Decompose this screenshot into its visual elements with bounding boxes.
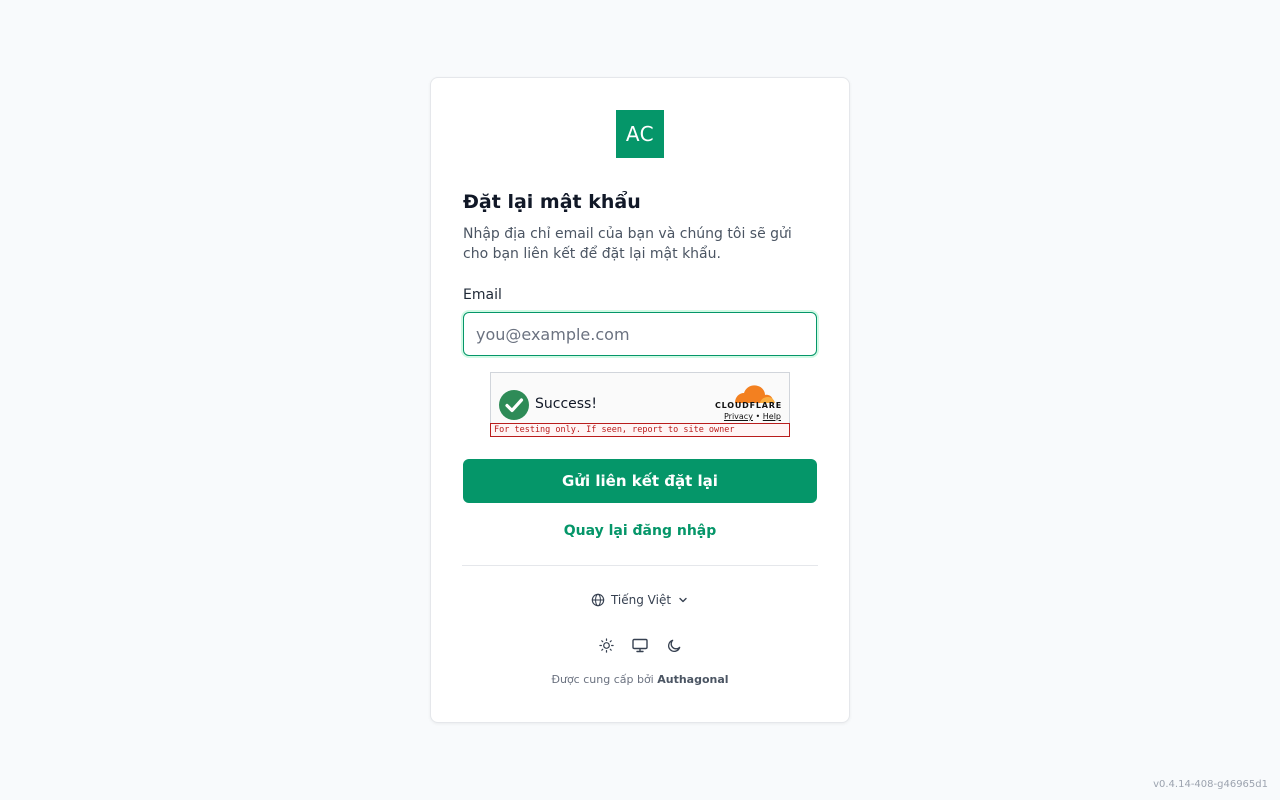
powered-by: Được cung cấp bởi Authagonal [463, 673, 817, 686]
sun-icon [598, 637, 614, 653]
captcha-widget[interactable]: Success! CLOUDFLARE Privacy • Help For t… [490, 372, 790, 437]
chevron-down-icon [679, 597, 687, 603]
app-logo: AC [616, 110, 664, 158]
powered-by-brand: Authagonal [657, 673, 729, 686]
moon-icon [667, 639, 680, 652]
help-link[interactable]: Help [763, 412, 781, 421]
version-label: v0.4.14-408-g46965d1 [1153, 779, 1268, 790]
language-selector[interactable]: Tiếng Việt [463, 591, 817, 609]
link-separator: • [755, 412, 761, 421]
cloudflare-wordmark: CLOUDFLARE [715, 401, 782, 410]
captcha-status: Success! [535, 396, 597, 412]
captcha-test-warning: For testing only. If seen, report to sit… [490, 423, 790, 437]
light-theme-button[interactable] [598, 637, 614, 653]
reset-password-card: AC Đặt lại mật khẩu Nhập địa chỉ email c… [430, 77, 850, 723]
back-to-login-link[interactable]: Quay lại đăng nhập [463, 523, 817, 539]
dark-theme-button[interactable] [666, 637, 682, 653]
privacy-link[interactable]: Privacy [724, 412, 753, 421]
system-theme-button[interactable] [632, 637, 648, 653]
page-title: Đặt lại mật khẩu [463, 191, 641, 213]
globe-icon [591, 593, 605, 607]
powered-by-prefix: Được cung cấp bởi [551, 673, 654, 686]
monitor-icon [632, 638, 648, 652]
language-label: Tiếng Việt [610, 593, 672, 607]
theme-switcher [463, 637, 817, 653]
page-description: Nhập địa chỉ email của bạn và chúng tôi … [463, 226, 792, 262]
send-reset-link-button[interactable]: Gửi liên kết đặt lại [463, 459, 817, 503]
divider [462, 565, 818, 566]
email-input[interactable] [463, 312, 817, 356]
email-label: Email [463, 287, 502, 303]
check-circle-icon [499, 390, 529, 420]
captcha-links: Privacy • Help [724, 412, 781, 421]
